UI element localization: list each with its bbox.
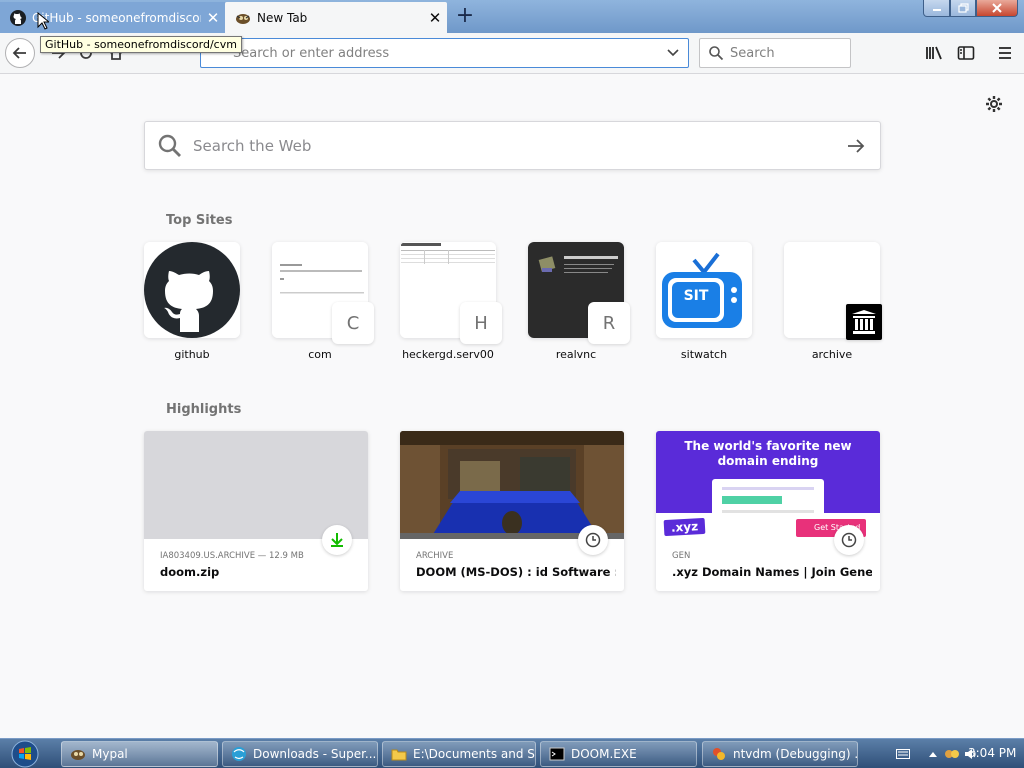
url-input[interactable]: [233, 45, 653, 61]
search-icon: [709, 46, 724, 61]
top-site-heckergd[interactable]: H heckergd.serv00: [400, 242, 502, 361]
taskbar-item-downloads[interactable]: Downloads - Super...: [222, 741, 378, 767]
top-site-realvnc[interactable]: R realvnc: [528, 242, 630, 361]
highlight-card-doom-zip[interactable]: IA803409.US.ARCHIVE — 12.9 MB doom.zip: [144, 431, 368, 591]
taskbar-item-label: E:\Documents and S...: [413, 747, 536, 761]
mypal-icon: [71, 750, 85, 760]
top-site-label: archive: [811, 348, 853, 361]
highlight-title: .xyz Domain Names | Join Gener...: [672, 565, 872, 579]
top-site-archive[interactable]: archive: [784, 242, 882, 361]
taskbar-item-ntvdm[interactable]: ntvdm (Debugging) ...: [702, 741, 858, 767]
tab-title: New Tab: [257, 10, 308, 25]
minimize-button[interactable]: [923, 0, 950, 17]
mouse-cursor-icon: [37, 12, 49, 30]
top-site-label: heckergd.serv00: [402, 348, 494, 361]
mypal-favicon-icon: [235, 10, 251, 26]
github-favicon-icon: [10, 9, 26, 26]
back-button[interactable]: [5, 38, 35, 68]
gear-icon[interactable]: [984, 94, 1004, 114]
sidebar-icon: [957, 46, 975, 60]
search-bar[interactable]: [699, 38, 851, 68]
xyz-headline-2: domain ending: [717, 454, 819, 468]
windows-logo-icon: [11, 740, 39, 768]
web-search-input[interactable]: [193, 136, 823, 155]
hamburger-menu-icon: [999, 47, 1011, 59]
search-input[interactable]: [730, 45, 840, 61]
taskbar-item-documents[interactable]: E:\Documents and S...: [382, 741, 536, 767]
back-arrow-icon: [12, 47, 26, 59]
highlight-context: IA803409.US.ARCHIVE — 12.9 MB: [160, 551, 304, 561]
url-bar[interactable]: [200, 38, 689, 68]
top-site-github[interactable]: github: [144, 242, 240, 361]
site-letter-badge: H: [460, 302, 502, 344]
taskbar-item-label: Mypal: [92, 747, 128, 761]
start-button[interactable]: [4, 739, 46, 768]
xyz-tag: .xyz: [663, 517, 706, 537]
tab-strip: GitHub - someonefromdiscord ✕ New Tab ✕ …: [0, 0, 1024, 33]
arrow-right-icon[interactable]: [846, 136, 866, 156]
taskbar-item-label: DOOM.EXE: [571, 747, 637, 761]
highlight-title: DOOM (MS-DOS) : id Software : ...: [416, 565, 616, 579]
top-site-label: com: [308, 348, 332, 361]
network-icon[interactable]: [944, 747, 960, 761]
taskbar-item-label: ntvdm (Debugging) ...: [733, 747, 858, 761]
top-site-com[interactable]: C com: [272, 242, 374, 361]
window-controls: [923, 0, 1018, 17]
console-icon: [549, 747, 565, 761]
keyboard-icon[interactable]: [896, 749, 910, 759]
archive-logo-icon: [846, 304, 882, 340]
taskbar-item-label: Downloads - Super...: [253, 747, 377, 761]
top-site-label: github: [174, 348, 210, 361]
clock-icon: [578, 525, 608, 555]
show-hidden-icons-icon[interactable]: [928, 750, 938, 758]
highlight-context: ARCHIVE: [416, 551, 454, 561]
search-icon: [158, 134, 181, 157]
highlight-card-xyz[interactable]: The world's favorite new domain ending .…: [656, 431, 880, 591]
taskbar-item-mypal[interactable]: Mypal: [61, 741, 218, 767]
highlight-image: [144, 431, 368, 539]
taskbar: Mypal Downloads - Super... E:\Documents …: [0, 738, 1024, 768]
xyz-headline-1: The world's favorite new: [684, 439, 852, 453]
doom-screenshot-image: [400, 431, 624, 539]
download-icon: [322, 525, 352, 555]
menu-button[interactable]: [991, 39, 1019, 67]
folder-icon: [391, 749, 407, 761]
top-sites-title: Top Sites: [166, 213, 233, 228]
top-site-label: sitwatch: [680, 348, 728, 361]
tab-close-icon[interactable]: ✕: [201, 9, 225, 27]
clock-icon: [834, 525, 864, 555]
tab-github[interactable]: GitHub - someonefromdiscord ✕: [0, 2, 225, 33]
restore-button[interactable]: [950, 0, 976, 17]
xyz-ad-image: The world's favorite new domain ending .…: [656, 431, 880, 539]
tab-new-tab[interactable]: New Tab ✕: [225, 2, 447, 33]
highlight-title: doom.zip: [160, 565, 220, 579]
web-search-box[interactable]: [144, 121, 881, 170]
debugger-icon: [713, 748, 725, 760]
close-window-button[interactable]: [976, 0, 1018, 17]
sitwatch-logo-icon: SIT: [662, 252, 742, 328]
github-logo-icon: [144, 242, 240, 338]
highlight-card-doom-archive[interactable]: ARCHIVE DOOM (MS-DOS) : id Software : ..…: [400, 431, 624, 591]
site-letter-badge: C: [332, 302, 374, 344]
sidebar-button[interactable]: [952, 39, 980, 67]
tab-title: GitHub - someonefromdiscord: [32, 10, 201, 25]
top-site-label: realvnc: [555, 348, 597, 361]
tab-close-icon[interactable]: ✕: [423, 9, 447, 27]
highlight-context: GEN: [672, 551, 691, 561]
taskbar-clock[interactable]: 3:04 PM: [968, 746, 1016, 760]
taskbar-item-doom[interactable]: DOOM.EXE: [540, 741, 697, 767]
svg-text:SIT: SIT: [684, 288, 709, 304]
top-site-sitwatch[interactable]: SIT sitwatch: [656, 242, 752, 361]
library-icon: [926, 46, 942, 60]
chevron-down-icon[interactable]: [666, 45, 682, 61]
highlights-title: Highlights: [166, 402, 242, 417]
new-tab-button[interactable]: +: [452, 5, 478, 29]
library-button[interactable]: [920, 39, 948, 67]
browser-globe-icon: [232, 747, 246, 761]
site-letter-badge: R: [588, 302, 630, 344]
tab-tooltip: GitHub - someonefromdiscord/cvm: [40, 36, 242, 53]
